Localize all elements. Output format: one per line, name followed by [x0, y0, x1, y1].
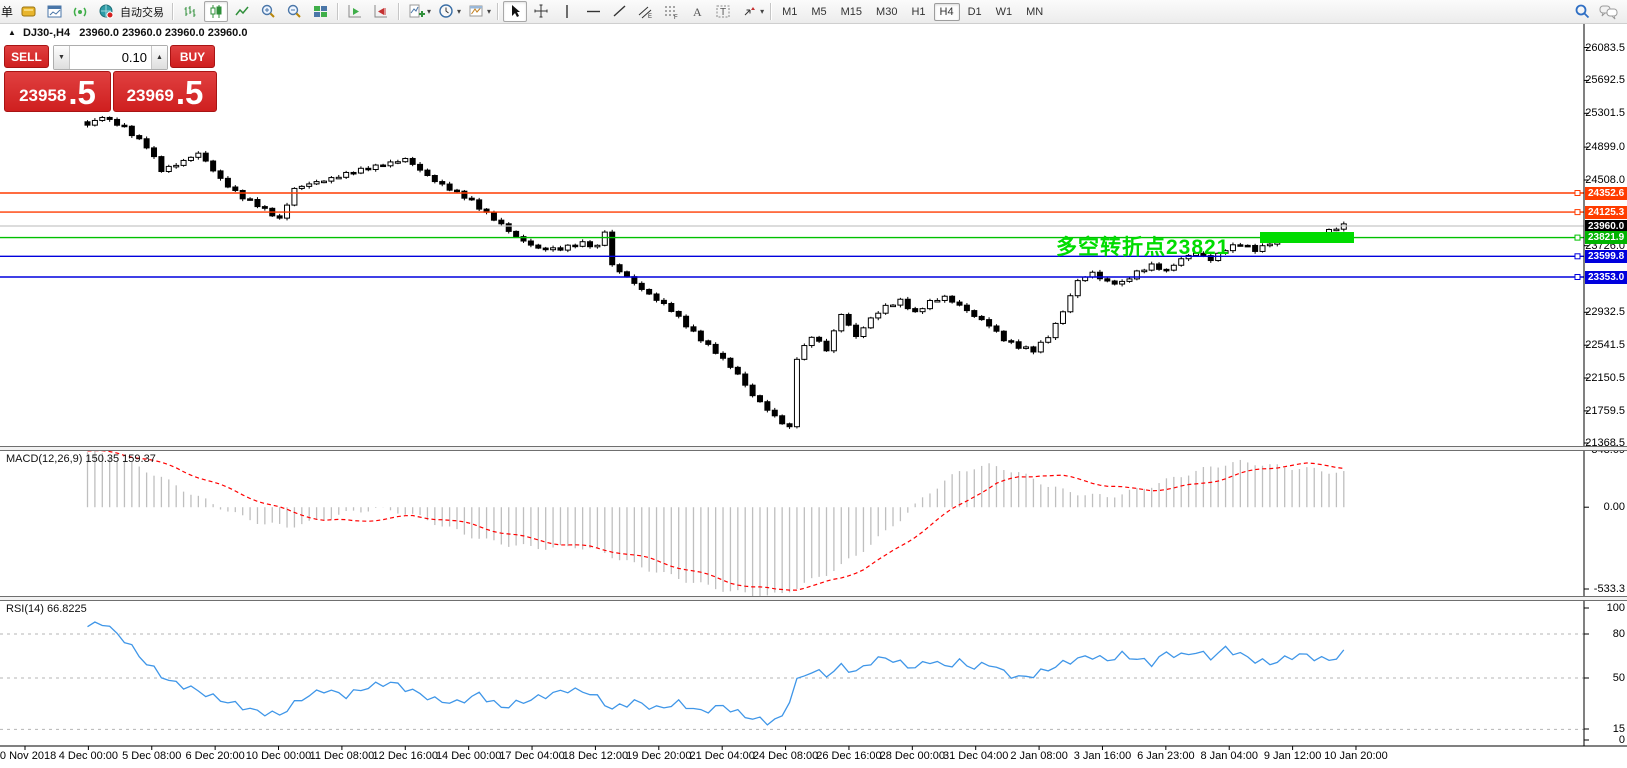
- sell-price-int: 23958: [19, 86, 67, 105]
- macd-label: MACD(12,26,9) 150.35 159.37: [6, 453, 156, 465]
- line-handle: [1574, 274, 1581, 280]
- line-handle: [1574, 234, 1581, 241]
- rsi-label: RSI(14) 66.8225: [6, 603, 87, 615]
- price-axis-tick-label: 24508.0: [1585, 174, 1625, 186]
- buy-button[interactable]: BUY: [170, 45, 215, 68]
- collapse-panel-icon[interactable]: ▲: [8, 28, 16, 37]
- time-axis-label: 26 Dec 16:00: [816, 750, 882, 762]
- rsi-axis-label: 0: [1618, 734, 1625, 746]
- time-axis-label: 10 Jan 20:00: [1324, 750, 1388, 762]
- pane-divider[interactable]: [0, 596, 1627, 601]
- time-axis-label: 28 Dec 00:00: [879, 750, 946, 762]
- price-axis-tick-label: 26083.5: [1585, 41, 1625, 54]
- price-axis-tick-label: 22150.5: [1585, 372, 1625, 384]
- rsi-line: [87, 621, 1345, 726]
- rsi-axis-label: 100: [1606, 602, 1625, 614]
- time-axis-label: 24 Dec 08:00: [752, 750, 819, 762]
- time-axis-label: 17 Dec 04:00: [499, 750, 565, 762]
- price-axis-tick-label: 21759.5: [1585, 404, 1625, 417]
- highlight-rectangle[interactable]: [1260, 232, 1354, 243]
- pane-divider[interactable]: [0, 446, 1627, 451]
- time-axis-label: 30 Nov 2018: [0, 750, 57, 762]
- line-handle: [1574, 209, 1581, 216]
- buy-price-frac: .5: [175, 74, 204, 111]
- sell-button[interactable]: SELL: [4, 45, 49, 68]
- volume-stepper: ▼ ▲: [53, 45, 168, 70]
- time-axis-label: 6 Dec 20:00: [185, 750, 245, 762]
- rsi-axis-label: 80: [1612, 628, 1625, 640]
- time-axis-label: 2 Jan 08:00: [1010, 750, 1068, 762]
- rsi-axis-label: 50: [1612, 672, 1625, 684]
- macd-axis-label: -533.3: [1593, 583, 1625, 595]
- time-axis-label: 19 Dec 20:00: [626, 750, 692, 762]
- price-tag: 23821.9: [1585, 231, 1627, 245]
- price-tag: 24352.6: [1585, 186, 1627, 200]
- time-axis-label: 10 Dec 00:00: [245, 750, 312, 762]
- line-handle: [1574, 253, 1581, 260]
- chart-canvas[interactable]: [0, 0, 1627, 768]
- symbol-period-label: DJ30-,H4: [22, 27, 71, 39]
- price-axis-tick-label: 24899.0: [1585, 141, 1625, 154]
- sell-price-frac: .5: [68, 74, 96, 111]
- time-axis-label: 14 Dec 00:00: [435, 750, 502, 762]
- macd-axis-label: 0.00: [1603, 501, 1625, 514]
- buy-price-display[interactable]: 23969 .5: [113, 71, 217, 112]
- turning-point-annotation[interactable]: 多空转折点23821: [1056, 231, 1229, 261]
- time-axis-label: 18 Dec 12:00: [562, 750, 629, 762]
- time-axis-label: 9 Jan 12:00: [1263, 750, 1322, 762]
- time-axis-label: 5 Dec 08:00: [122, 750, 182, 762]
- time-axis-label: 8 Jan 04:00: [1200, 750, 1258, 762]
- candle-series: [84, 115, 1347, 429]
- volume-input[interactable]: [70, 46, 151, 69]
- price-tag: 23599.8: [1585, 249, 1627, 263]
- line-handle: [1574, 190, 1581, 196]
- price-tag: 23353.0: [1585, 270, 1627, 284]
- time-axis-label: 31 Dec 04:00: [942, 750, 1009, 762]
- price-axis-tick-label: 25301.5: [1585, 107, 1625, 120]
- one-click-trading-panel: SELL ▼ ▲ BUY 23958 .5 23969 .5: [4, 45, 217, 112]
- price-axis-tick-label: 25692.5: [1585, 74, 1625, 87]
- time-axis-label: 4 Dec 00:00: [58, 750, 119, 762]
- time-axis-label: 3 Jan 16:00: [1073, 750, 1132, 762]
- price-axis-tick-label: 22541.5: [1585, 339, 1625, 352]
- ohlc-values: 23960.0 23960.0 23960.0 23960.0: [79, 27, 248, 39]
- volume-decrease-button[interactable]: ▼: [54, 46, 70, 69]
- buy-price-int: 23969: [126, 86, 174, 105]
- chart-title: ▲ DJ30-,H4 23960.0 23960.0 23960.0 23960…: [8, 27, 247, 39]
- time-axis-label: 21 Dec 04:00: [689, 750, 755, 762]
- time-axis-label: 6 Jan 23:00: [1137, 750, 1195, 762]
- sell-price-display[interactable]: 23958 .5: [4, 71, 111, 112]
- price-axis-tick-label: 22932.5: [1585, 306, 1625, 319]
- time-axis-label: 12 Dec 16:00: [372, 750, 438, 762]
- macd-histogram: [86, 451, 1345, 598]
- volume-increase-button[interactable]: ▲: [151, 46, 167, 69]
- time-axis-label: 11 Dec 08:00: [309, 750, 375, 762]
- price-tag: 24125.3: [1585, 205, 1627, 219]
